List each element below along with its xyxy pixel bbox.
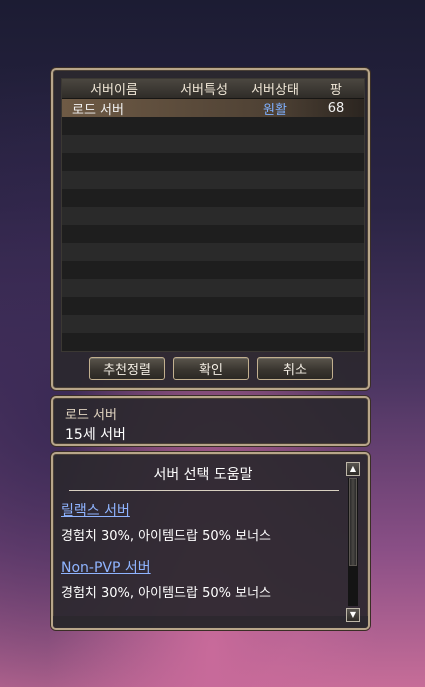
header-server-name[interactable]: 서버이름 (62, 79, 166, 98)
server-row-name: 로드 서버 (72, 102, 124, 118)
empty-row (62, 243, 364, 261)
empty-row (62, 135, 364, 153)
help-title: 서버 선택 도움말 (153, 467, 253, 483)
selected-server-info-panel: 로드 서버 15세 서버 (51, 396, 370, 446)
header-server-feature[interactable]: 서버특성 (166, 79, 242, 98)
server-row-selected[interactable]: 로드 서버 원활 68 (62, 99, 364, 118)
header-server-status[interactable]: 서버상태 (242, 79, 308, 98)
scroll-thumb[interactable] (349, 478, 357, 566)
help-divider (69, 490, 339, 491)
server-select-panel: 서버이름 서버특성 서버상태 팡 로드 서버 원활 68 추천정렬 확인 취소 (51, 68, 370, 390)
header-server-count[interactable]: 팡 (308, 79, 364, 98)
confirm-button[interactable]: 확인 (173, 357, 249, 380)
help-item-nonpvp-title[interactable]: Non-PVP 서버 (61, 557, 151, 577)
empty-row (62, 333, 364, 351)
cancel-button[interactable]: 취소 (257, 357, 333, 380)
empty-row (62, 189, 364, 207)
empty-row (62, 171, 364, 189)
scroll-down-icon[interactable]: ▼ (346, 608, 360, 622)
help-scrollbar[interactable]: ▲ ▼ (346, 462, 360, 622)
help-content-cutoff (53, 616, 368, 628)
server-list-header: 서버이름 서버특성 서버상태 팡 (62, 79, 364, 99)
empty-row (62, 297, 364, 315)
empty-row (62, 153, 364, 171)
empty-row (62, 261, 364, 279)
help-item-relax-title[interactable]: 릴랙스 서버 (61, 500, 130, 520)
empty-row (62, 315, 364, 333)
empty-row (62, 279, 364, 297)
scroll-track[interactable] (348, 478, 358, 606)
server-row-status: 원활 (263, 102, 287, 118)
help-item-nonpvp-desc: 경험치 30%, 아이템드랍 50% 보너스 (61, 586, 272, 601)
selected-server-rating: 15세 서버 (65, 427, 126, 443)
sort-recommended-button[interactable]: 추천정렬 (89, 357, 165, 380)
scroll-up-icon[interactable]: ▲ (346, 462, 360, 476)
server-help-panel: 서버 선택 도움말 릴랙스 서버 경험치 30%, 아이템드랍 50% 보너스 … (51, 452, 370, 630)
empty-row (62, 117, 364, 135)
server-row-count: 68 (327, 100, 345, 116)
selected-server-name: 로드 서버 (65, 408, 117, 423)
empty-row (62, 225, 364, 243)
help-item-relax-desc: 경험치 30%, 아이템드랍 50% 보너스 (61, 529, 272, 544)
server-list: 서버이름 서버특성 서버상태 팡 로드 서버 원활 68 (61, 78, 365, 352)
empty-row (62, 207, 364, 225)
